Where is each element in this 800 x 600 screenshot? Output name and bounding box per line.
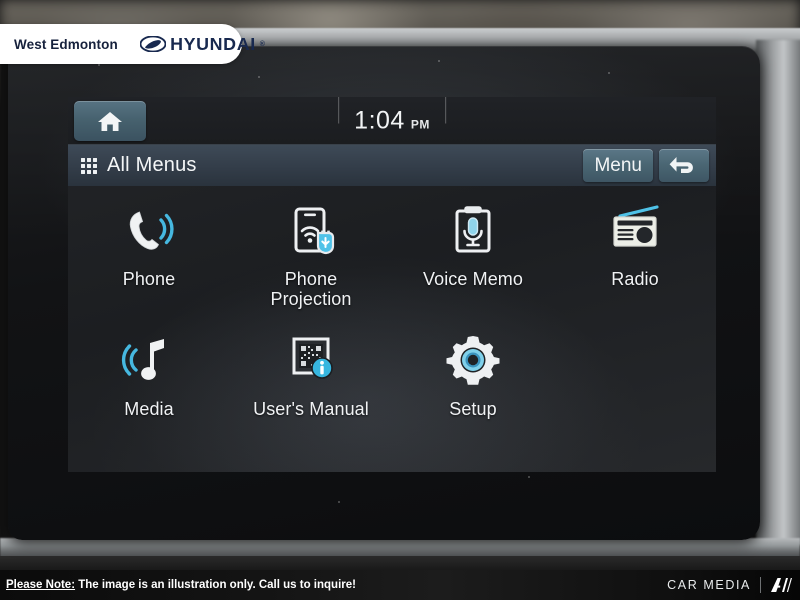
home-icon [98,112,122,131]
menu-item-label-line2: Projection [270,289,352,310]
disclaimer: Please Note: The image is an illustratio… [6,579,356,591]
music-note-icon [119,324,179,390]
title-bar: All Menus Menu [68,144,716,186]
menu-grid: Phone Phone Projection Voice Memo Radio … [68,186,716,472]
voice-memo-clipboard-icon [443,194,503,260]
status-bar: 1:04 PM [68,97,716,144]
watermark: CAR MEDIA [667,577,792,593]
radio-icon [605,194,665,260]
footer-bar: Please Note: The image is an illustratio… [0,570,800,600]
menu-item-label: Radio [611,269,659,289]
menu-item-label: Voice Memo [422,269,524,289]
menu-item-label: Setup [449,399,497,419]
phone-projection-icon [281,194,341,260]
dashboard-lower-panel [0,556,800,570]
clock-ampm: PM [410,117,430,131]
menu-item-phone[interactable]: Phone [68,194,230,310]
menu-item-media[interactable]: Media [68,324,230,419]
users-manual-qr-icon [281,324,341,390]
menu-row-1: Phone Phone Projection Voice Memo Radio [68,194,716,310]
disclaimer-label: Please Note: [6,579,76,591]
menu-item-users-manual[interactable]: User's Manual [230,324,392,419]
title-bar-actions: Menu [583,149,709,182]
ai-slash-logo-icon [771,578,792,592]
registered-mark: ® [259,40,265,48]
dealer-name: West Edmonton [14,36,118,52]
clock-time: 1:04 [354,106,405,134]
menu-row-2: Media User's Manual Setup [68,324,716,419]
disclaimer-body: The image is an illustration only. Call … [75,579,356,591]
gear-icon [443,324,503,390]
hyundai-logo-icon [139,36,166,52]
dealer-badge: West Edmonton HYUNDAI ® [0,24,265,64]
home-button[interactable] [74,101,146,141]
menu-button[interactable]: Menu [583,149,653,182]
menu-item-label-line1: Phone [284,269,338,289]
menu-item-label: Phone Projection [270,269,351,310]
menu-item-label: User's Manual [253,399,369,419]
apps-grid-icon [81,157,97,174]
menu-item-radio[interactable]: Radio [554,194,716,310]
menu-item-label: Phone [122,269,176,289]
menu-item-phone-projection[interactable]: Phone Projection [230,194,392,310]
watermark-text: CAR MEDIA [667,578,751,592]
menu-item-label: Media [124,399,174,419]
dashboard-photo: 1:04 PM All Menus Menu Phone Phone Proje… [0,0,800,570]
back-button[interactable] [659,149,709,182]
watermark-divider [760,577,761,593]
hyundai-brand: HYUNDAI ® [139,33,265,55]
silver-trim-right [756,40,800,545]
menu-item-setup[interactable]: Setup [392,324,554,419]
phone-handset-icon [119,194,179,260]
brand-wordmark: HYUNDAI [169,33,256,54]
page-title: All Menus [107,154,197,176]
back-arrow-icon [669,156,693,173]
clock: 1:04 PM [338,97,446,135]
menu-item-voice-memo[interactable]: Voice Memo [392,194,554,310]
infotainment-screen[interactable]: 1:04 PM All Menus Menu Phone Phone Proje… [68,97,716,472]
